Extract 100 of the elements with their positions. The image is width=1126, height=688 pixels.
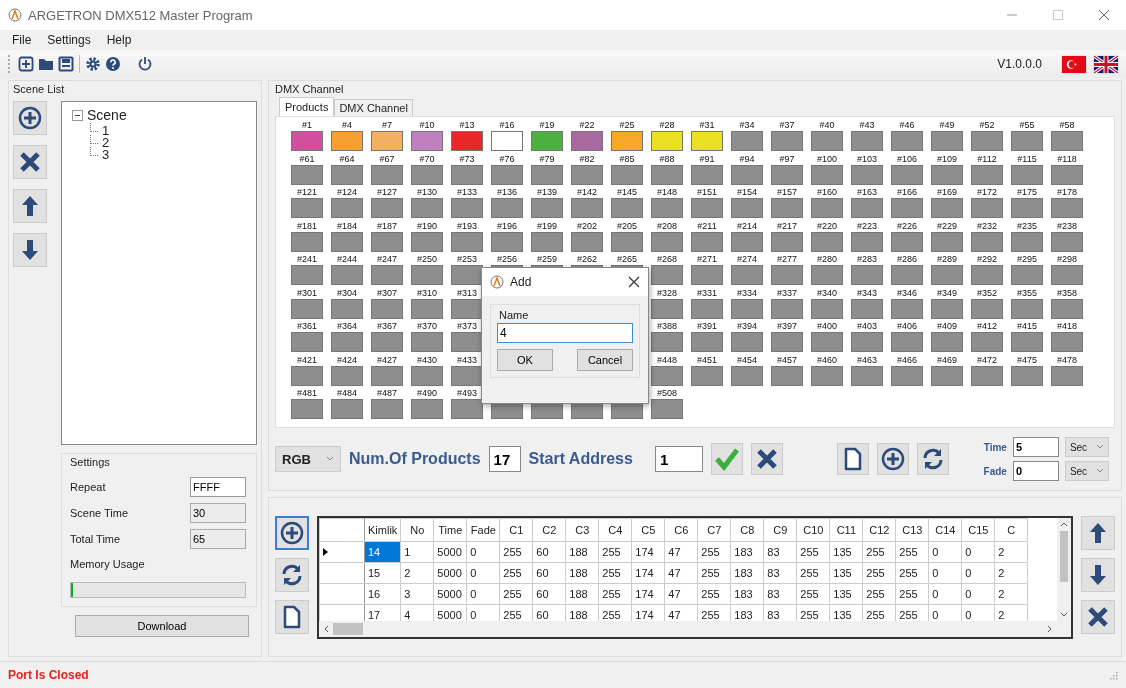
channel-swatch[interactable] [731, 198, 763, 218]
channel-swatch[interactable] [651, 365, 683, 386]
download-button[interactable]: Download [75, 615, 249, 637]
channel-swatch[interactable] [931, 298, 963, 319]
channel-swatch[interactable] [571, 198, 603, 218]
column-header[interactable]: C1 [499, 518, 533, 542]
channel-swatch[interactable] [451, 164, 483, 185]
dialog-button[interactable]: Cancel [577, 349, 633, 371]
channel-swatch[interactable] [371, 365, 403, 386]
channel-swatch[interactable] [1051, 231, 1083, 252]
channel-swatch[interactable] [731, 131, 763, 151]
channel-swatch[interactable] [331, 265, 363, 285]
column-header[interactable]: C6 [664, 518, 698, 542]
channel-swatch[interactable] [331, 298, 363, 319]
close-icon[interactable] [1098, 9, 1110, 21]
column-header[interactable]: Fade [466, 518, 500, 542]
channel-swatch[interactable] [571, 231, 603, 252]
mode-dropdown[interactable]: RGB [275, 446, 341, 472]
channel-swatch[interactable] [411, 298, 443, 319]
column-header[interactable]: C13 [895, 518, 929, 542]
channel-swatch[interactable] [811, 332, 843, 352]
input-field[interactable]: FFFF [190, 477, 246, 497]
column-header[interactable]: C8 [730, 518, 764, 542]
move-down-button[interactable] [13, 233, 47, 267]
channel-swatch[interactable] [851, 365, 883, 386]
channel-swatch[interactable] [851, 231, 883, 252]
column-header[interactable]: C4 [598, 518, 632, 542]
channel-swatch[interactable] [771, 332, 803, 352]
channel-swatch[interactable] [691, 198, 723, 218]
channel-swatch[interactable] [651, 298, 683, 319]
channel-swatch[interactable] [1011, 298, 1043, 319]
channel-swatch[interactable] [691, 298, 723, 319]
channel-swatch[interactable] [691, 231, 723, 252]
channel-swatch[interactable] [811, 198, 843, 218]
scroll-thumb[interactable] [1060, 531, 1068, 582]
channel-swatch[interactable] [691, 365, 723, 386]
channel-swatch[interactable] [331, 131, 363, 151]
delete-button[interactable] [13, 145, 47, 179]
turkish-flag-icon[interactable] [1062, 55, 1086, 73]
channel-swatch[interactable] [371, 198, 403, 218]
channel-swatch[interactable] [891, 298, 923, 319]
channel-swatch[interactable] [971, 131, 1003, 151]
channel-swatch[interactable] [931, 332, 963, 352]
channel-swatch[interactable] [451, 365, 483, 386]
channel-swatch[interactable] [811, 131, 843, 151]
channel-swatch[interactable] [1051, 164, 1083, 185]
column-header[interactable]: C10 [796, 518, 830, 542]
channel-swatch[interactable] [491, 231, 523, 252]
channel-swatch[interactable] [971, 231, 1003, 252]
channel-swatch[interactable] [411, 164, 443, 185]
channel-swatch[interactable] [891, 265, 923, 285]
add-button[interactable] [876, 443, 909, 475]
channel-swatch[interactable] [651, 198, 683, 218]
channel-swatch[interactable] [931, 131, 963, 151]
channel-swatch[interactable] [931, 231, 963, 252]
column-header[interactable]: C2 [532, 518, 566, 542]
channel-swatch[interactable] [1011, 231, 1043, 252]
channel-swatch[interactable] [371, 164, 403, 185]
tab[interactable]: Products [279, 97, 335, 116]
channel-swatch[interactable] [451, 298, 483, 319]
channel-swatch[interactable] [811, 164, 843, 185]
channel-swatch[interactable] [691, 265, 723, 285]
menu-item[interactable]: File [12, 33, 32, 47]
channel-swatch[interactable] [971, 265, 1003, 285]
channel-swatch[interactable] [1051, 332, 1083, 352]
settings-icon[interactable] [85, 56, 101, 72]
channel-swatch[interactable] [1051, 365, 1083, 386]
channel-swatch[interactable] [971, 198, 1003, 218]
channel-swatch[interactable] [491, 131, 523, 151]
channel-swatch[interactable] [851, 265, 883, 285]
channel-swatch[interactable] [411, 131, 443, 151]
channel-swatch[interactable] [371, 399, 403, 419]
channel-swatch[interactable] [531, 198, 563, 218]
input-field[interactable]: 5 [1012, 437, 1059, 457]
channel-swatch[interactable] [891, 332, 923, 352]
channel-swatch[interactable] [811, 298, 843, 319]
channel-swatch[interactable] [331, 198, 363, 218]
channel-swatch[interactable] [771, 265, 803, 285]
channel-swatch[interactable] [931, 265, 963, 285]
tab[interactable]: DMX Channel [334, 99, 413, 116]
column-header[interactable]: C9 [763, 518, 797, 542]
channel-swatch[interactable] [971, 332, 1003, 352]
channel-swatch[interactable] [411, 198, 443, 218]
power-icon[interactable] [137, 56, 153, 72]
channel-swatch[interactable] [491, 198, 523, 218]
channel-swatch[interactable] [1011, 198, 1043, 218]
channel-swatch[interactable] [1011, 164, 1043, 185]
channel-swatch[interactable] [771, 231, 803, 252]
channel-swatch[interactable] [811, 365, 843, 386]
channel-swatch[interactable] [291, 399, 323, 419]
channel-swatch[interactable] [291, 198, 323, 218]
channel-swatch[interactable] [891, 231, 923, 252]
channel-swatch[interactable] [771, 131, 803, 151]
input-field[interactable]: 0 [1012, 461, 1059, 481]
channel-swatch[interactable] [531, 131, 563, 151]
channel-swatch[interactable] [571, 164, 603, 185]
new-file-icon[interactable] [18, 56, 34, 72]
channel-swatch[interactable] [931, 198, 963, 218]
channel-swatch[interactable] [771, 164, 803, 185]
menu-item[interactable]: Settings [47, 33, 91, 47]
